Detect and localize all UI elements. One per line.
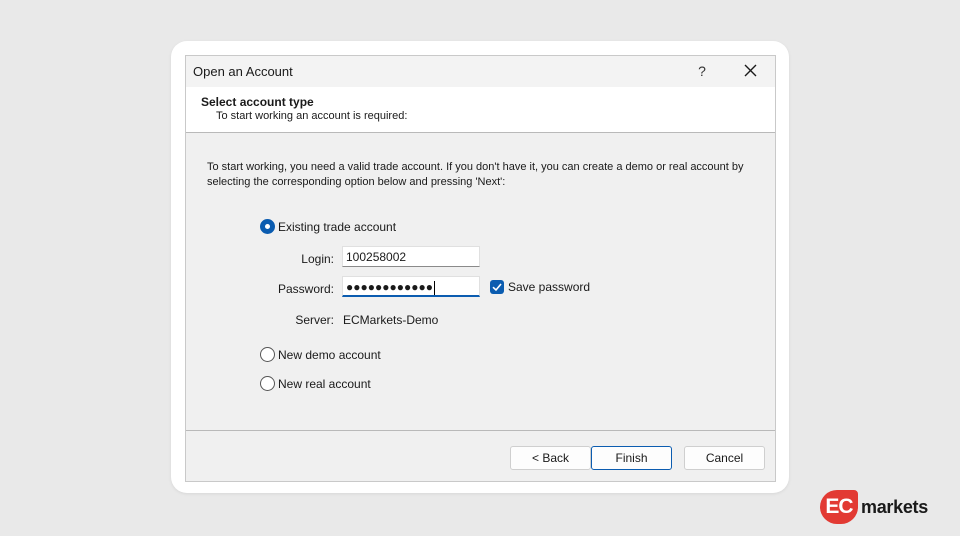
intro-text: To start working, you need a valid trade… <box>207 161 744 188</box>
logo-mark: EC <box>820 490 858 524</box>
help-button[interactable]: ? <box>691 61 713 81</box>
close-icon <box>744 64 757 77</box>
radio-existing-label: Existing trade account <box>278 219 397 234</box>
radio-real-indicator[interactable] <box>260 376 275 391</box>
title-bar: Open an Account ? <box>186 56 775 87</box>
cancel-button[interactable]: Cancel <box>684 446 765 470</box>
logo-wordmark: markets <box>861 496 928 517</box>
save-password-check-indicator[interactable] <box>490 280 504 294</box>
dialog-title: Open an Account <box>193 64 293 79</box>
password-input[interactable]: ●●●●●●●●●●●● <box>342 276 480 297</box>
radio-real-account[interactable]: New real account <box>260 376 371 391</box>
save-password-checkbox[interactable]: Save password <box>490 280 590 294</box>
back-button[interactable]: < Back <box>510 446 591 470</box>
server-label: Server: <box>295 313 334 327</box>
radio-real-label: New real account <box>278 376 371 391</box>
save-password-label: Save password <box>508 280 591 294</box>
login-label: Login: <box>301 252 334 266</box>
close-button[interactable] <box>739 60 763 82</box>
radio-existing-indicator[interactable] <box>260 219 275 234</box>
password-label: Password: <box>277 282 334 296</box>
finish-button[interactable]: Finish <box>591 446 672 470</box>
radio-demo-label: New demo account <box>278 347 381 362</box>
login-input[interactable]: 100258002 <box>342 246 480 267</box>
server-value: ECMarkets-Demo <box>343 313 439 327</box>
radio-existing-account[interactable]: Existing trade account <box>260 219 396 234</box>
radio-demo-account[interactable]: New demo account <box>260 347 381 362</box>
footer-divider <box>186 430 775 431</box>
wizard-title: Select account type <box>201 95 314 109</box>
open-account-dialog: Open an Account ? Select account type To… <box>185 55 776 482</box>
ec-markets-logo: EC markets <box>820 490 928 524</box>
text-caret <box>433 280 435 295</box>
checkmark-icon <box>492 283 502 292</box>
password-masked-value: ●●●●●●●●●●●● <box>346 280 433 294</box>
radio-demo-indicator[interactable] <box>260 347 275 362</box>
wizard-header: Select account type To start working an … <box>186 87 775 133</box>
wizard-subtitle: To start working an account is required: <box>216 110 408 122</box>
